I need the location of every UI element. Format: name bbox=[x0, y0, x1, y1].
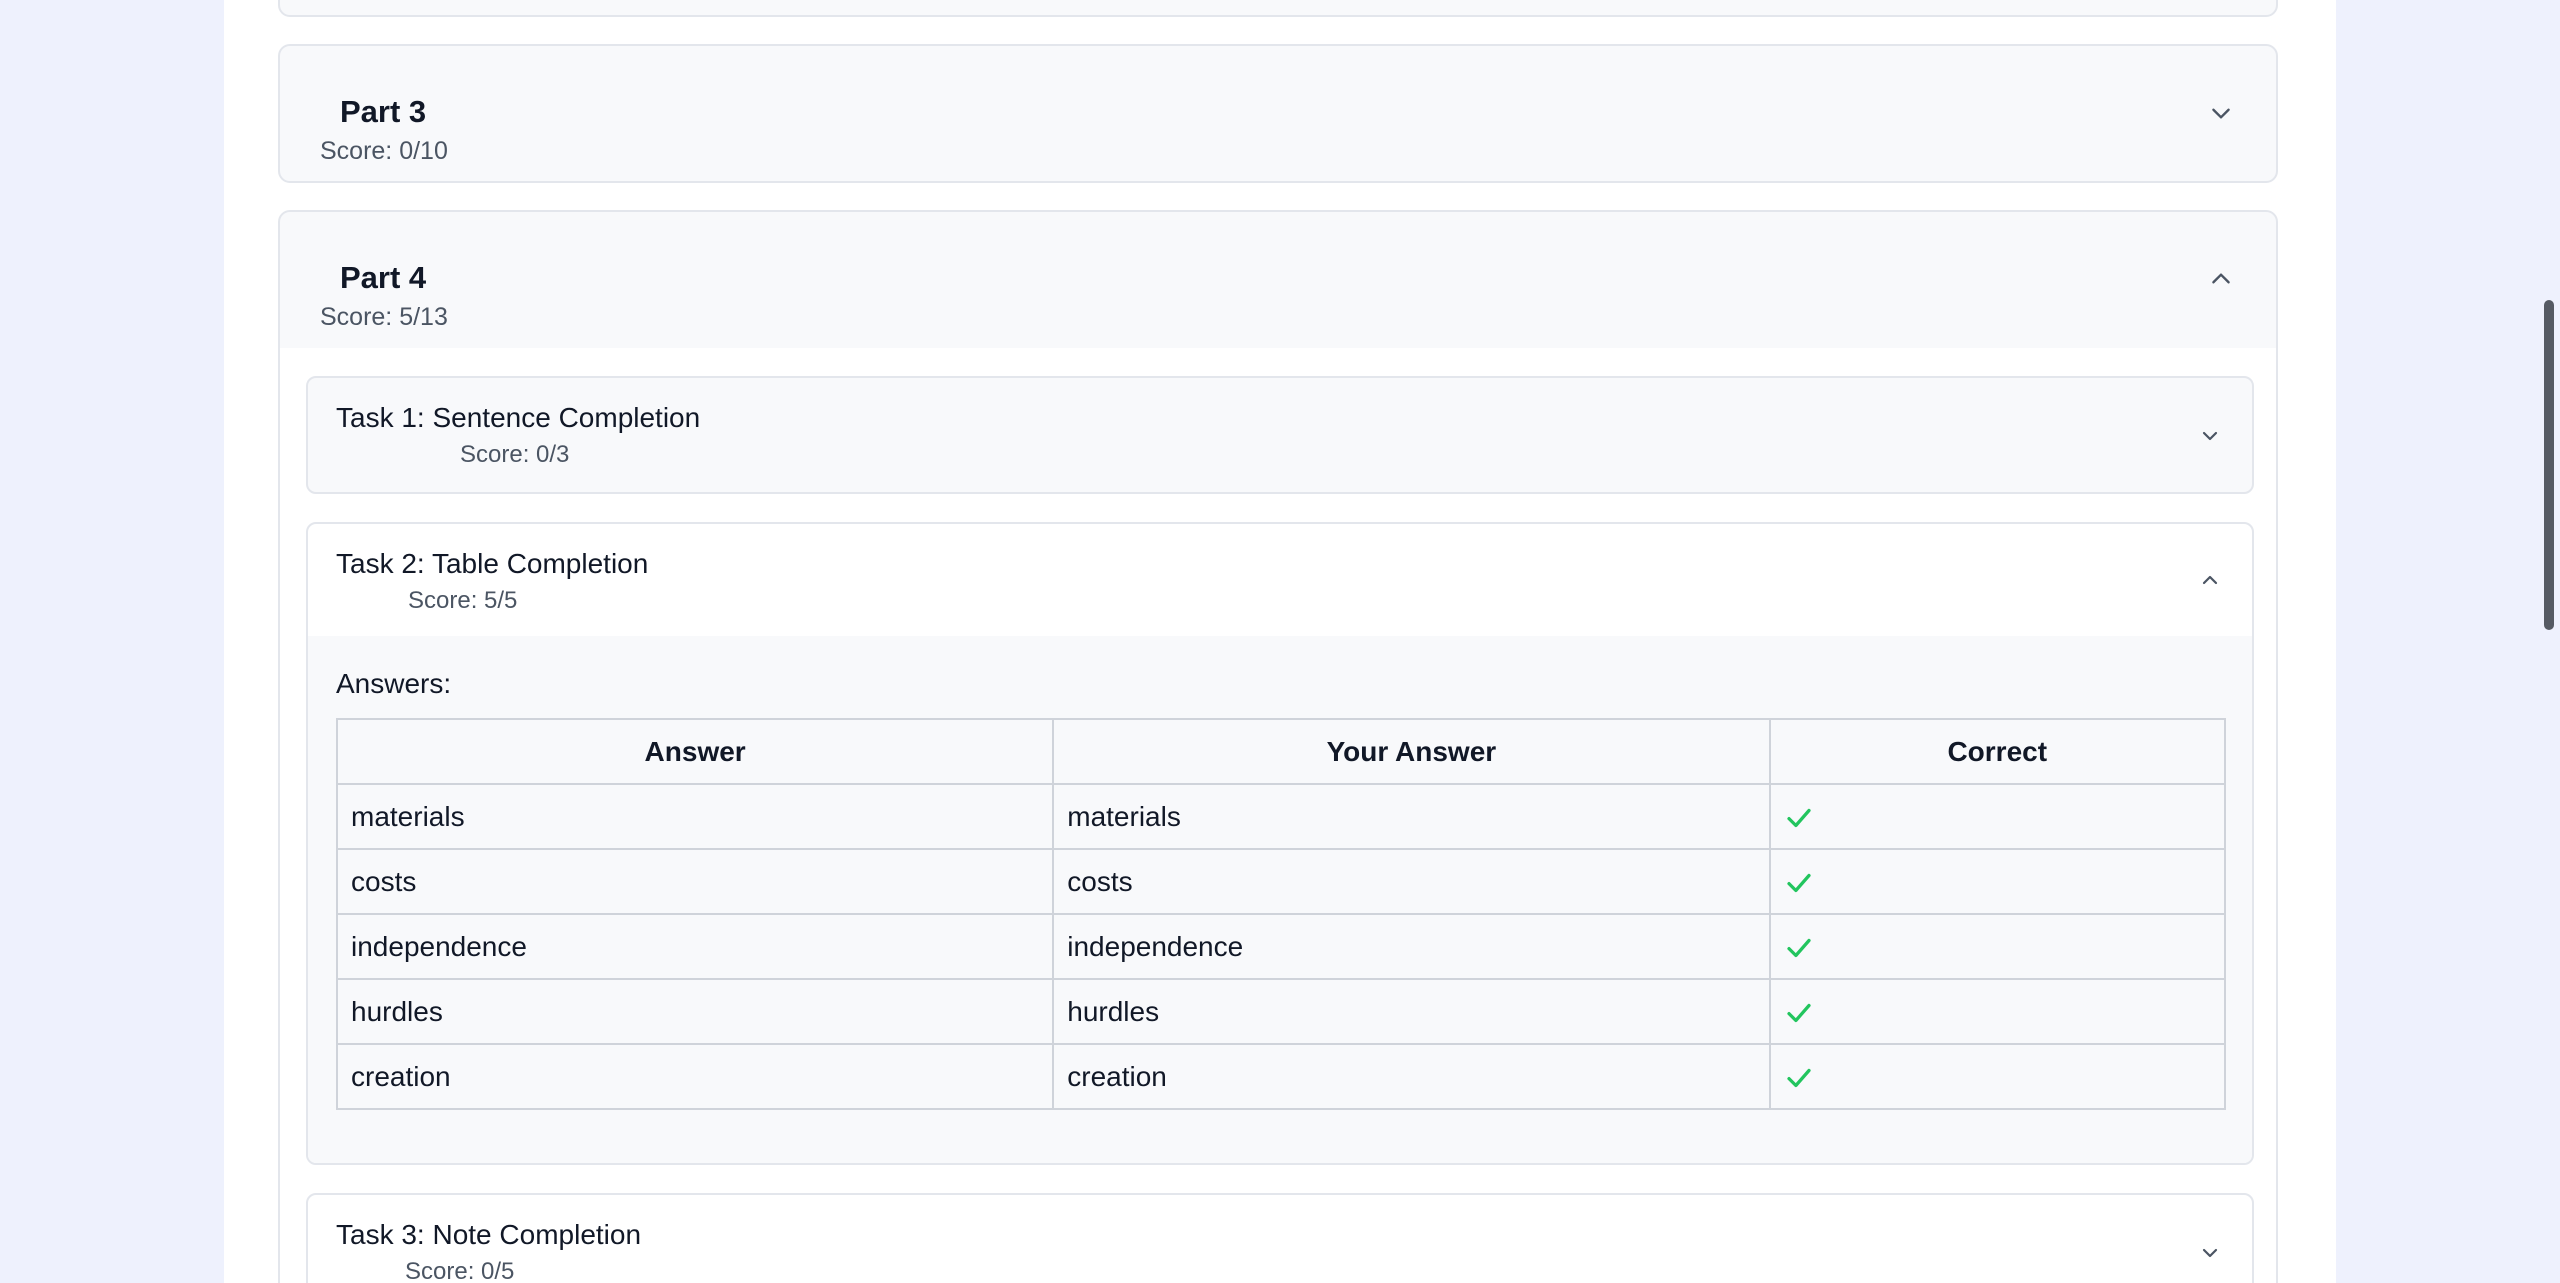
your-answer-cell: independence bbox=[1052, 913, 1771, 980]
part-title: Part 4 bbox=[340, 260, 427, 295]
part-title: Part 3 bbox=[340, 94, 427, 129]
answer-cell: hurdles bbox=[335, 978, 1055, 1045]
chevron-up-icon[interactable] bbox=[2198, 568, 2222, 592]
answers-table: Answer Your Answer Correct materials mat… bbox=[335, 718, 2226, 1110]
task-card-table-completion[interactable]: Task 2: Table Completion Score: 5/5 Answ… bbox=[306, 522, 2254, 1165]
task-score: Score: 0/5 bbox=[405, 1258, 515, 1283]
task-card-note-completion[interactable]: Task 3: Note Completion Score: 0/5 bbox=[306, 1193, 2254, 1283]
table-row: costs costs bbox=[335, 848, 2226, 915]
chevron-up-icon[interactable] bbox=[2208, 266, 2234, 292]
correct-cell bbox=[1768, 848, 2226, 915]
part-body: Task 1: Sentence Completion Score: 0/3 T… bbox=[280, 348, 2276, 1283]
table-header-row: Answer Your Answer Correct bbox=[335, 718, 2226, 785]
check-icon bbox=[1786, 808, 1811, 827]
part-card-previous bbox=[278, 0, 2278, 17]
table-row: creation creation bbox=[335, 1043, 2226, 1110]
your-answer-cell: creation bbox=[1052, 1043, 1771, 1110]
chevron-down-icon[interactable] bbox=[2198, 424, 2222, 448]
task-score: Score: 0/3 bbox=[460, 441, 570, 468]
answer-cell: independence bbox=[335, 913, 1055, 980]
check-icon bbox=[1786, 873, 1811, 892]
correct-cell bbox=[1768, 1043, 2226, 1110]
your-answer-cell: costs bbox=[1052, 848, 1771, 915]
column-header-answer: Answer bbox=[335, 718, 1055, 785]
table-row: independence independence bbox=[335, 913, 2226, 980]
task-title: Task 3: Note Completion bbox=[336, 1219, 642, 1250]
task-title: Task 1: Sentence Completion bbox=[336, 402, 701, 433]
your-answer-cell: materials bbox=[1052, 783, 1771, 850]
table-row: hurdles hurdles bbox=[335, 978, 2226, 1045]
your-answer-cell: hurdles bbox=[1052, 978, 1771, 1045]
correct-cell bbox=[1768, 783, 2226, 850]
column-header-your-answer: Your Answer bbox=[1052, 718, 1771, 785]
task-score: Score: 5/5 bbox=[408, 587, 518, 614]
task-body: Answers: Answer Your Answer Correct mate… bbox=[308, 636, 2252, 1163]
answer-cell: costs bbox=[335, 848, 1055, 915]
part-card-part-4[interactable]: Part 4 Score: 5/13 Task 1: Sentence Comp… bbox=[278, 210, 2278, 1283]
part-score: Score: 5/13 bbox=[320, 303, 448, 331]
chevron-down-icon[interactable] bbox=[2198, 1241, 2222, 1265]
part-score: Score: 0/10 bbox=[320, 137, 448, 165]
task-card-sentence-completion[interactable]: Task 1: Sentence Completion Score: 0/3 bbox=[306, 376, 2254, 494]
scrollbar-thumb[interactable] bbox=[2544, 300, 2554, 630]
correct-cell bbox=[1768, 978, 2226, 1045]
chevron-down-icon[interactable] bbox=[2208, 100, 2234, 126]
part-header[interactable]: Part 3 Score: 0/10 bbox=[280, 46, 2276, 182]
part-card-part-3[interactable]: Part 3 Score: 0/10 bbox=[278, 44, 2278, 183]
check-icon bbox=[1786, 1068, 1811, 1087]
answer-cell: materials bbox=[335, 783, 1055, 850]
table-row: materials materials bbox=[335, 783, 2226, 850]
correct-cell bbox=[1768, 913, 2226, 980]
answers-label: Answers: bbox=[336, 668, 452, 699]
part-header[interactable]: Part 4 Score: 5/13 bbox=[280, 212, 2276, 348]
column-header-correct: Correct bbox=[1768, 718, 2226, 785]
check-icon bbox=[1786, 1003, 1811, 1022]
check-icon bbox=[1786, 938, 1811, 957]
answer-cell: creation bbox=[335, 1043, 1055, 1110]
results-page: Part 3 Score: 0/10 Part 4 Score: 5/13 Ta… bbox=[224, 0, 2336, 1283]
task-title: Task 2: Table Completion bbox=[336, 548, 649, 579]
